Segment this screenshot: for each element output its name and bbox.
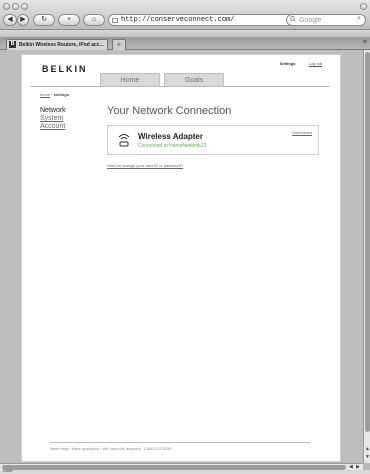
sidebar-item-account[interactable]: Account — [40, 123, 66, 131]
top-links: Settings Log out — [280, 61, 322, 66]
search-icon[interactable]: ⌕ — [357, 15, 361, 23]
browser-window: ◀ ▶ ↻ + ⌂ http://conserveconnect.com/ ▶ … — [0, 0, 370, 474]
belkin-favicon-icon: B — [9, 41, 16, 48]
scroll-down-icon[interactable]: ▼ — [364, 454, 370, 460]
forward-button[interactable]: ▶ — [17, 14, 29, 26]
breadcrumb: home › settings — [40, 92, 69, 97]
new-tab-button[interactable]: + — [112, 39, 126, 50]
minimize-window-icon[interactable] — [12, 3, 19, 10]
tab-list-icon[interactable]: ≡ — [363, 39, 367, 46]
change-credentials-link[interactable]: Need to change your user ID or password? — [107, 163, 183, 168]
adapter-card: Wireless Adapter Connected to HomeNetwor… — [107, 125, 319, 155]
plus-icon: + — [66, 16, 72, 23]
scroll-up-icon[interactable]: ▲ — [364, 446, 370, 452]
page-icon — [112, 18, 118, 23]
adapter-status: Connected to HomeNetwork23 — [138, 143, 207, 149]
tab-goals[interactable]: Goals — [164, 73, 224, 86]
page-viewport: BELKIN Settings Log out Home Goals home … — [0, 50, 363, 463]
add-bookmark-button[interactable]: + — [58, 14, 80, 26]
google-icon[interactable]: G — [290, 16, 295, 23]
logout-link[interactable]: Log out — [309, 61, 322, 66]
status-bar: Done — [0, 468, 370, 474]
search-input[interactable]: Google — [299, 15, 322, 26]
tab-title: Belkin Wireless Routers, iPod acc... — [19, 42, 104, 48]
sidebar-item-network[interactable]: Network — [40, 107, 66, 115]
page-card: BELKIN Settings Log out Home Goals home … — [21, 54, 341, 462]
settings-link[interactable]: Settings — [280, 61, 296, 66]
wireless-adapter-icon — [118, 134, 130, 147]
back-button[interactable]: ◀ — [3, 14, 17, 26]
reload-icon: ↻ — [41, 16, 47, 23]
toolbar-toggle-icon[interactable] — [360, 3, 367, 10]
home-button[interactable]: ⌂ — [83, 14, 105, 26]
search-field[interactable]: G Google ⌕ — [286, 14, 366, 26]
breadcrumb-current: settings — [53, 92, 69, 97]
browser-toolbar: ◀ ▶ ↻ + ⌂ http://conserveconnect.com/ ▶ … — [0, 0, 370, 30]
home-icon: ⌂ — [91, 16, 97, 23]
page-title: Your Network Connection — [107, 105, 232, 117]
vertical-scroll-thumb[interactable] — [365, 52, 370, 432]
reload-button[interactable]: ↻ — [33, 14, 55, 26]
zoom-window-icon[interactable] — [21, 3, 28, 10]
sidebar-item-system[interactable]: System — [40, 115, 66, 123]
bookmarks-bar — [0, 30, 370, 38]
disconnect-link[interactable]: Disconnect — [292, 130, 312, 135]
settings-content: home › settings Network System Account Y… — [30, 86, 330, 461]
belkin-logo: BELKIN — [42, 64, 88, 74]
settings-sidenav: Network System Account — [40, 107, 66, 131]
tab-home[interactable]: Home — [100, 73, 160, 86]
adapter-name: Wireless Adapter — [138, 132, 203, 141]
close-window-icon[interactable] — [3, 3, 10, 10]
address-input[interactable]: http://conserveconnect.com/ — [121, 15, 234, 26]
breadcrumb-home[interactable]: home — [40, 92, 50, 97]
browser-tab[interactable]: B Belkin Wireless Routers, iPod acc... — [6, 39, 108, 50]
tab-bar: B Belkin Wireless Routers, iPod acc... +… — [0, 38, 370, 50]
horizontal-scrollbar[interactable]: ◀ ▶ — [0, 463, 363, 470]
help-footer: Need help? Have questions? We have the a… — [50, 442, 310, 451]
vertical-scrollbar[interactable]: ▲ ▼ — [363, 50, 370, 463]
status-text: Done — [3, 468, 13, 473]
